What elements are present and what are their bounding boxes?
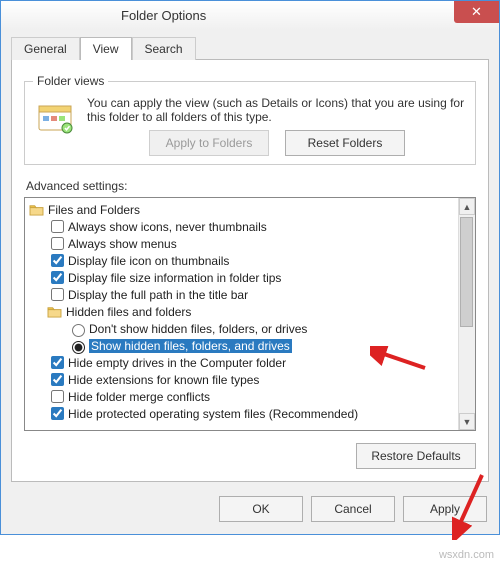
advanced-settings-label: Advanced settings: (26, 179, 478, 193)
scroll-thumb[interactable] (460, 217, 473, 327)
tree-item[interactable]: Display file icon on thumbnails (27, 252, 456, 269)
tree-radio[interactable] (72, 324, 85, 337)
tab-strip: General View Search (1, 30, 499, 59)
titlebar: Folder Options ✕ (1, 0, 499, 30)
tree-item-label: Hide protected operating system files (R… (68, 407, 358, 421)
tab-general[interactable]: General (11, 37, 80, 60)
tree-checkbox[interactable] (51, 271, 64, 284)
dialog-buttons: OK Cancel Apply (1, 492, 499, 534)
ok-button[interactable]: OK (219, 496, 303, 522)
tree-item-label: Hide folder merge conflicts (68, 390, 210, 404)
tree-item[interactable]: Show hidden files, folders, and drives (27, 337, 456, 354)
close-button[interactable]: ✕ (454, 1, 499, 23)
cancel-button[interactable]: Cancel (311, 496, 395, 522)
folder-views-group: Folder views You can apply the view (suc… (24, 74, 476, 165)
tree-radio[interactable] (72, 341, 85, 354)
scrollbar[interactable]: ▲ ▼ (458, 198, 475, 430)
tree-item-label: Don't show hidden files, folders, or dri… (89, 322, 307, 336)
tree-item[interactable]: Hide empty drives in the Computer folder (27, 354, 456, 371)
window-title: Folder Options (121, 8, 206, 23)
scroll-up-button[interactable]: ▲ (459, 198, 475, 215)
tree-checkbox[interactable] (51, 237, 64, 250)
scroll-down-button[interactable]: ▼ (459, 413, 475, 430)
reset-folders-button[interactable]: Reset Folders (285, 130, 405, 156)
tree-checkbox[interactable] (51, 407, 64, 420)
tree-group-label: Hidden files and folders (66, 305, 191, 319)
advanced-settings-tree[interactable]: Files and Folders Always show icons, neve… (25, 198, 458, 430)
tree-item-label: Always show icons, never thumbnails (68, 220, 267, 234)
tab-view[interactable]: View (80, 37, 132, 60)
watermark: wsxdn.com (439, 549, 494, 561)
tree-item[interactable]: Hide folder merge conflicts (27, 388, 456, 405)
tree-checkbox[interactable] (51, 390, 64, 403)
tab-body-view: Folder views You can apply the view (suc… (11, 59, 489, 482)
tree-checkbox[interactable] (51, 254, 64, 267)
tree-checkbox[interactable] (51, 220, 64, 233)
tree-item[interactable]: Hide extensions for known file types (27, 371, 456, 388)
tree-item[interactable]: Display the full path in the title bar (27, 286, 456, 303)
scroll-track[interactable] (459, 215, 475, 413)
tree-item[interactable]: Always show icons, never thumbnails (27, 218, 456, 235)
tree-root[interactable]: Files and Folders (27, 201, 456, 218)
tree-item-label: Display file size information in folder … (68, 271, 281, 285)
tree-item-label: Show hidden files, folders, and drives (89, 339, 292, 353)
apply-button[interactable]: Apply (403, 496, 487, 522)
tree-checkbox[interactable] (51, 373, 64, 386)
advanced-settings-box: Files and Folders Always show icons, neve… (24, 197, 476, 431)
tree-item[interactable]: Don't show hidden files, folders, or dri… (27, 320, 456, 337)
close-icon: ✕ (471, 4, 482, 20)
tree-item-label: Display the full path in the title bar (68, 288, 248, 302)
tree-checkbox[interactable] (51, 356, 64, 369)
tree-group[interactable]: Hidden files and folders (27, 303, 456, 320)
tree-item[interactable]: Display file size information in folder … (27, 269, 456, 286)
tree-item-label: Hide empty drives in the Computer folder (68, 356, 286, 370)
tree-item-label: Display file icon on thumbnails (68, 254, 229, 268)
tab-search[interactable]: Search (132, 37, 196, 60)
tree-item-label: Always show menus (68, 237, 177, 251)
folder-options-window: Folder Options ✕ General View Search Fol… (0, 0, 500, 535)
folder-views-description: You can apply the view (such as Details … (87, 96, 467, 124)
folder-views-legend: Folder views (33, 74, 108, 88)
tree-item-label: Hide extensions for known file types (68, 373, 259, 387)
tree-item[interactable]: Always show menus (27, 235, 456, 252)
apply-to-folders-button[interactable]: Apply to Folders (149, 130, 269, 156)
tree-root-label: Files and Folders (48, 203, 140, 217)
restore-defaults-button[interactable]: Restore Defaults (356, 443, 476, 469)
tree-item[interactable]: Hide protected operating system files (R… (27, 405, 456, 422)
tree-checkbox[interactable] (51, 288, 64, 301)
folder-views-icon (33, 96, 77, 140)
